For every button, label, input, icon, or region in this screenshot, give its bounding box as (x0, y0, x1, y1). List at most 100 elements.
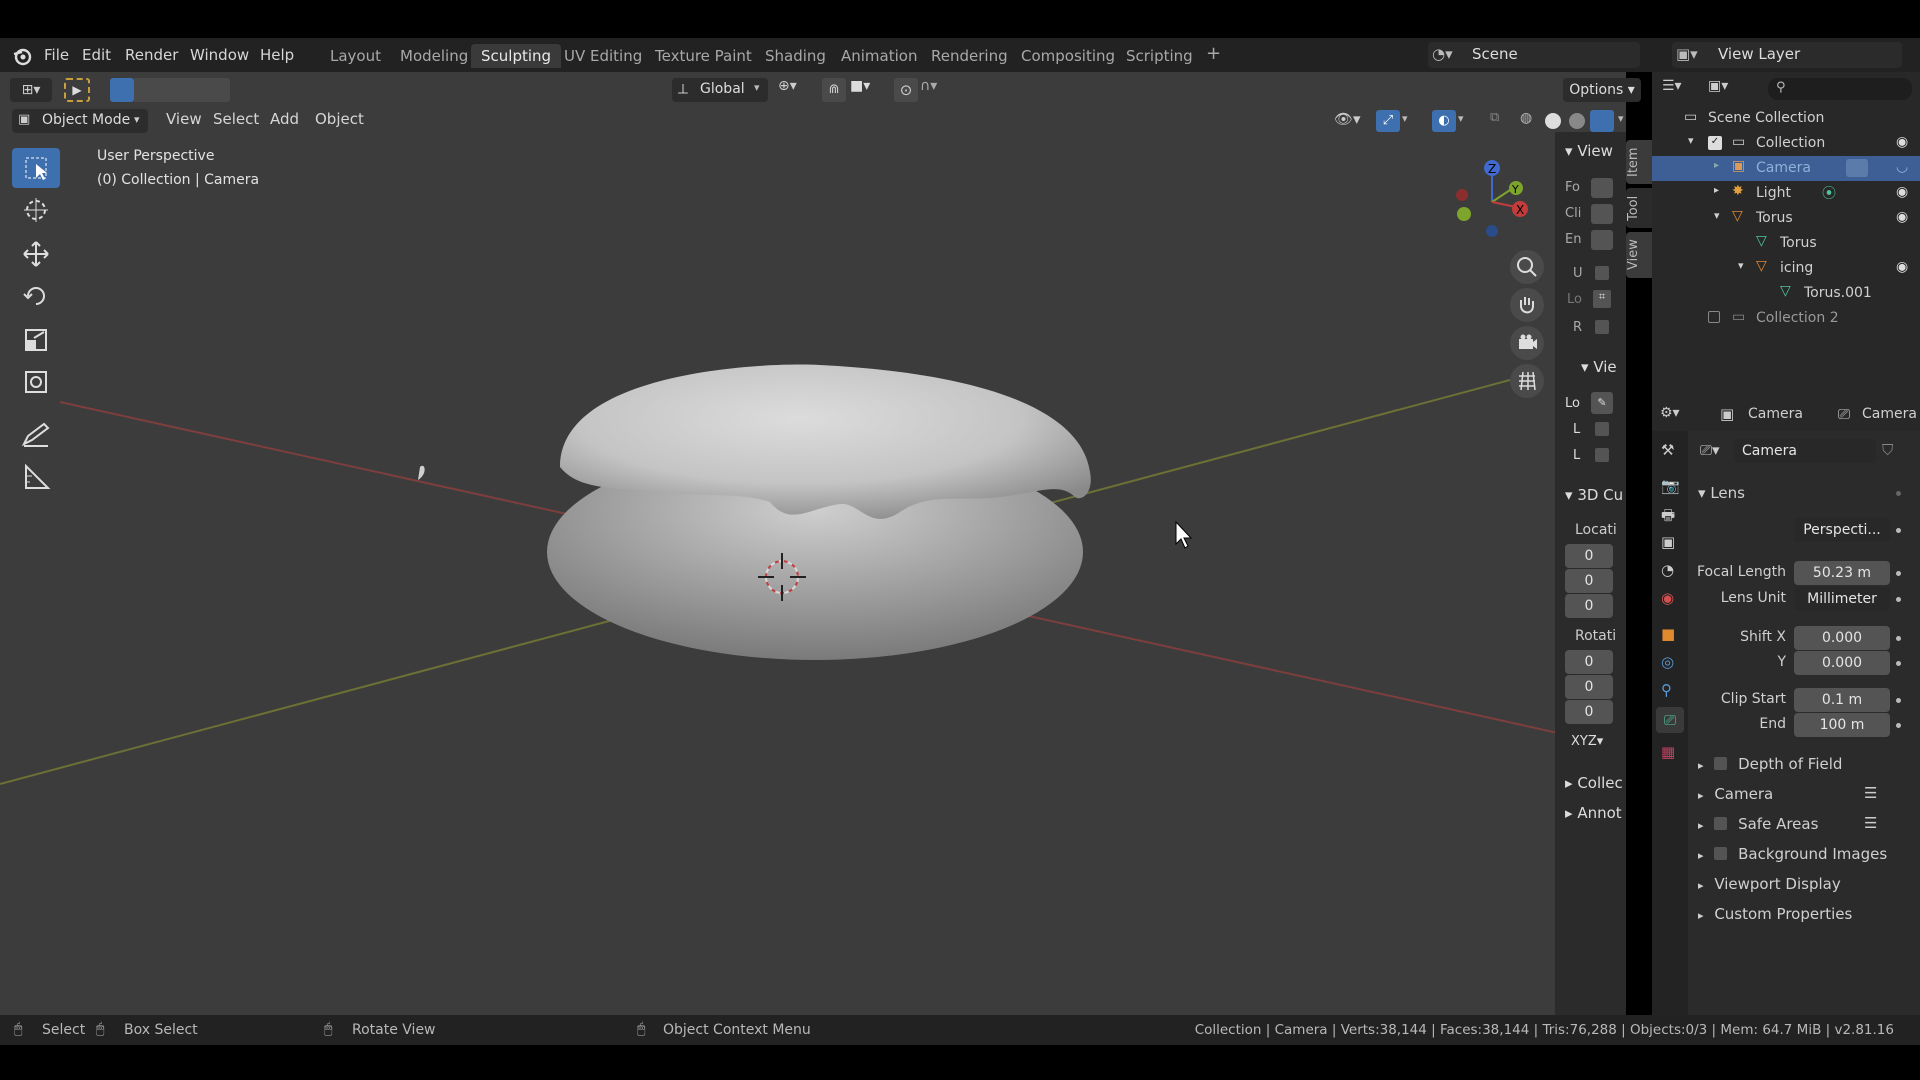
viewport-menu-select[interactable]: Select (213, 110, 259, 134)
expand-arrow-icon[interactable]: ▸ (1714, 185, 1719, 196)
view-lock-section-header[interactable]: ▾ Vie (1581, 358, 1617, 376)
pan-hand-icon[interactable] (1510, 288, 1544, 322)
annotations-section-header[interactable]: ▸ Annot (1565, 804, 1622, 822)
select-invert-icon[interactable] (182, 78, 206, 102)
lock-object-icon[interactable]: ⌗ (1593, 290, 1611, 308)
ortho-grid-icon[interactable] (1510, 364, 1544, 398)
constraint-tab-icon[interactable]: ⚲ (1661, 681, 1672, 699)
custom-properties-section[interactable]: ▸ Custom Properties (1698, 905, 1852, 923)
safe-areas-section[interactable]: ▸ Safe Areas (1698, 815, 1818, 833)
overlay-dropdown[interactable]: ▾ (1458, 112, 1472, 132)
outliner-item-camera[interactable]: ▸ ▣ Camera ◡ (1652, 156, 1920, 181)
tab-uv-editing[interactable]: UV Editing (554, 44, 652, 68)
camera-datablock-selector[interactable]: ⎚▾ Camera ⛉ (1696, 439, 1912, 463)
texture-tab-icon[interactable]: ▦ (1661, 743, 1675, 761)
render-tab-icon[interactable]: 📷 (1661, 477, 1680, 495)
outliner-item-collection[interactable]: ▾ ✓ ▭ Collection ◉ (1652, 131, 1920, 156)
world-tab-icon[interactable]: ◉ (1661, 589, 1674, 607)
falloff-button[interactable]: ∩▾ (920, 78, 954, 102)
viewport-menu-view[interactable]: View (166, 110, 202, 134)
expand-arrow-icon[interactable]: ▸ (1714, 160, 1719, 171)
3d-viewport[interactable]: ⊞▾ ▶ ⟂ Global ▾ ⊕▾ ⋒ ■▾ ⊙ ∩▾ Options ▾ ▣… (0, 72, 1641, 1015)
snap-target-button[interactable]: ■▾ (850, 78, 884, 102)
collections-section-header[interactable]: ▸ Collec (1565, 774, 1623, 792)
tool-tab-icon[interactable]: ⚒ (1661, 441, 1674, 459)
gizmo-dropdown[interactable]: ▾ (1402, 112, 1416, 132)
overlay-toggle-icon[interactable]: ◐ (1432, 110, 1456, 132)
sidebar-tab-view[interactable]: View (1626, 232, 1652, 278)
eye-icon[interactable]: ◉ (1896, 184, 1908, 200)
lock-cursor-checkbox[interactable] (1595, 422, 1609, 436)
annotate-tool[interactable] (12, 414, 60, 454)
expand-arrow-icon[interactable]: ▾ (1714, 209, 1720, 222)
sidebar-tab-tool[interactable]: Tool (1626, 188, 1652, 228)
expand-arrow-icon[interactable]: ▾ (1688, 134, 1694, 147)
lens-section-header[interactable]: ▾ Lens (1698, 484, 1745, 502)
outliner-item-light[interactable]: ▸ ✸ Light ⦿ ◉ (1652, 181, 1920, 206)
tab-rendering[interactable]: Rendering (921, 44, 1018, 68)
select-subtract-icon[interactable] (158, 78, 182, 102)
depth-of-field-section[interactable]: ▸ Depth of Field (1698, 755, 1842, 773)
object-mode-dropdown[interactable]: ▣ Object Mode ▾ (12, 109, 148, 133)
properties-editor-type-button[interactable]: ⚙▾ (1660, 405, 1680, 421)
clip-start-field[interactable]: 0.1 m (1794, 688, 1890, 712)
cursor-tool[interactable] (12, 190, 60, 230)
eye-icon[interactable]: ◉ (1896, 259, 1908, 275)
hidden-eye-icon[interactable]: ◡ (1896, 159, 1908, 175)
xray-toggle-icon[interactable]: ⧉ (1490, 110, 1510, 132)
outliner-item-icing[interactable]: ▾ ▽ icing ◉ (1652, 256, 1920, 281)
outliner-item-collection-2[interactable]: ▭ Collection 2 (1652, 306, 1920, 331)
clip-field[interactable] (1591, 204, 1613, 224)
focal-length-field[interactable]: 50.23 m (1794, 561, 1890, 585)
fake-user-shield-icon[interactable]: ⛉ (1882, 441, 1893, 459)
end-field[interactable] (1591, 230, 1613, 250)
clip-end-field[interactable]: 100 m (1794, 713, 1890, 737)
outliner-editor-type-button[interactable]: ☰▾ (1662, 78, 1698, 100)
menu-window[interactable]: Window (190, 46, 249, 64)
shift-y-field[interactable]: 0.000 (1794, 651, 1890, 675)
add-workspace-button[interactable]: + (1196, 40, 1231, 64)
proportional-edit-icon[interactable]: ⊙ (894, 78, 918, 102)
outliner-item-torus-mesh[interactable]: ▽ Torus (1652, 231, 1920, 256)
rotation-x-field[interactable]: 0 (1565, 650, 1613, 674)
collection-checkbox[interactable]: ✓ (1708, 136, 1722, 150)
tab-scripting[interactable]: Scripting (1116, 44, 1203, 68)
outliner-scene-collection[interactable]: ▭ Scene Collection (1652, 106, 1920, 131)
camera-view-icon[interactable] (1510, 326, 1544, 360)
tab-layout[interactable]: Layout (320, 44, 391, 68)
rotation-mode-dropdown[interactable]: XYZ▾ (1571, 734, 1603, 749)
location-y-field[interactable]: 0 (1565, 569, 1613, 593)
lock-to-object-field[interactable]: ✎ (1591, 392, 1613, 414)
background-images-section[interactable]: ▸ Background Images (1698, 845, 1887, 863)
outliner-item-torus[interactable]: ▾ ▽ Torus ◉ (1652, 206, 1920, 231)
viewport-menu-add[interactable]: Add (270, 110, 299, 134)
scale-tool[interactable] (12, 320, 60, 360)
location-z-field[interactable]: 0 (1565, 594, 1613, 618)
menu-edit[interactable]: Edit (82, 46, 111, 64)
expand-arrow-icon[interactable]: ▾ (1738, 259, 1744, 272)
lens-unit-dropdown[interactable]: Millimeter (1794, 587, 1890, 611)
transform-orientation-dropdown[interactable]: ⟂ Global ▾ (672, 78, 768, 102)
tab-compositing[interactable]: Compositing (1011, 44, 1125, 68)
scene-selector[interactable]: ◔▾ Scene (1428, 42, 1640, 68)
options-dropdown[interactable]: Options ▾ (1563, 78, 1641, 102)
viewport-display-section[interactable]: ▸ Viewport Display (1698, 875, 1841, 893)
preset-list-icon[interactable]: ☰ (1864, 814, 1877, 832)
background-images-checkbox[interactable] (1714, 847, 1728, 860)
rotation-y-field[interactable]: 0 (1565, 675, 1613, 699)
wireframe-shading-icon[interactable]: ◍ (1520, 110, 1542, 132)
object-tab-icon[interactable]: ■ (1661, 625, 1675, 643)
shading-dropdown[interactable]: ▾ (1618, 112, 1626, 132)
output-tab-icon[interactable]: 🖶 (1661, 505, 1675, 530)
lock-camera-checkbox[interactable] (1595, 448, 1609, 462)
editor-type-button[interactable]: ⊞▾ (10, 78, 52, 102)
select-new-icon[interactable] (110, 78, 134, 102)
view-layer-tab-icon[interactable]: ▣ (1661, 533, 1675, 551)
solid-shading-icon[interactable] (1545, 113, 1561, 129)
location-x-field[interactable]: 0 (1565, 544, 1613, 568)
transform-tool[interactable] (12, 362, 60, 402)
lens-type-dropdown[interactable]: Perspecti... (1794, 518, 1890, 542)
focal-length-field[interactable] (1591, 178, 1613, 198)
eye-icon[interactable]: ◉ (1896, 209, 1908, 225)
collection-checkbox[interactable] (1708, 311, 1720, 323)
